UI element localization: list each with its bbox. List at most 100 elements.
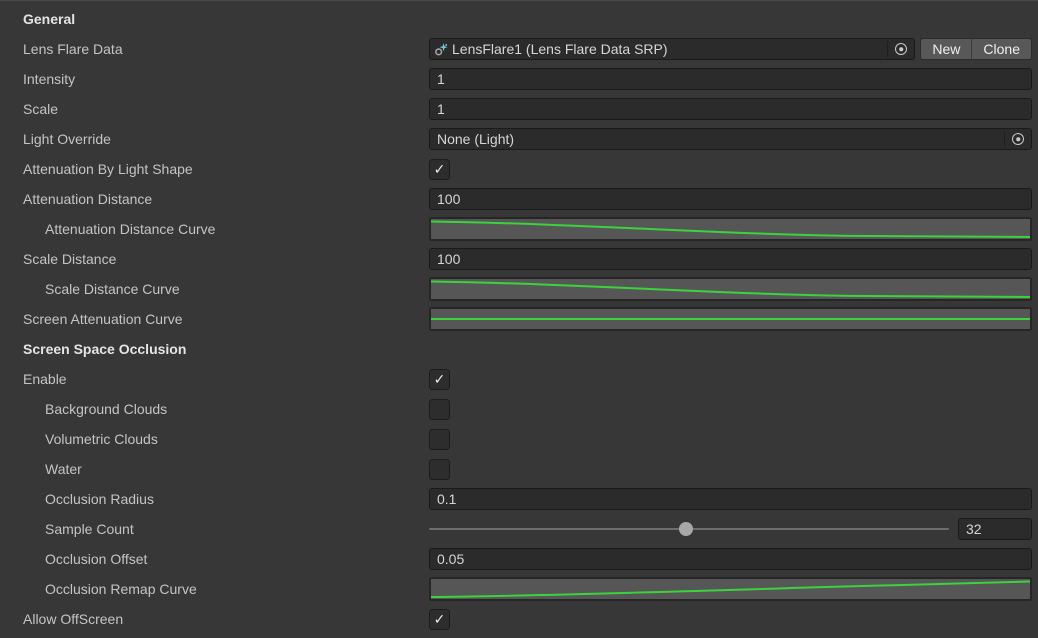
control-intensity: 1 bbox=[429, 64, 1032, 94]
control-enable: ✓ bbox=[429, 364, 1032, 394]
checkbox-background-clouds[interactable] bbox=[429, 399, 450, 420]
row-light-override: Light Override None (Light) bbox=[0, 124, 1038, 154]
control-attenuation-distance: 100 bbox=[429, 184, 1032, 214]
row-scale: Scale1 bbox=[0, 94, 1038, 124]
control-background-clouds bbox=[429, 394, 1032, 424]
curve-field-occlusion-remap-curve[interactable] bbox=[429, 577, 1032, 601]
control-sample-count: 32 bbox=[429, 514, 1032, 544]
control-light-override: None (Light) bbox=[429, 124, 1032, 154]
row-intensity: Intensity1 bbox=[0, 64, 1038, 94]
field-label-allow-offscreen: Allow OffScreen bbox=[0, 611, 429, 627]
field-label-intensity: Intensity bbox=[0, 71, 429, 87]
object-picker-icon bbox=[895, 43, 907, 55]
row-allow-offscreen: Allow OffScreen ✓ bbox=[0, 604, 1038, 634]
field-label-occlusion-offset: Occlusion Offset bbox=[0, 551, 429, 567]
field-label-attenuation-distance: Attenuation Distance bbox=[0, 191, 429, 207]
text-input-scale[interactable]: 1 bbox=[429, 98, 1032, 120]
object-picker-button-light-override[interactable] bbox=[1005, 129, 1031, 149]
section-header-general: General bbox=[0, 11, 429, 27]
object-field-light-override[interactable]: None (Light) bbox=[429, 128, 1032, 150]
row-occlusion-radius: Occlusion Radius0.1 bbox=[0, 484, 1038, 514]
control-scale-distance: 100 bbox=[429, 244, 1032, 274]
field-label-scale: Scale bbox=[0, 101, 429, 117]
slider-value-input-sample-count[interactable]: 32 bbox=[958, 518, 1032, 540]
text-input-occlusion-offset[interactable]: 0.05 bbox=[429, 548, 1032, 570]
row-attenuation-distance-curve: Attenuation Distance Curve bbox=[0, 214, 1038, 244]
text-input-scale-distance[interactable]: 100 bbox=[429, 248, 1032, 270]
text-input-occlusion-radius[interactable]: 0.1 bbox=[429, 488, 1032, 510]
row-general: General bbox=[0, 4, 1038, 34]
checkbox-enable[interactable]: ✓ bbox=[429, 369, 450, 390]
curve-preview-ease-down bbox=[431, 219, 1030, 239]
field-label-attenuation-by-light-shape: Attenuation By Light Shape bbox=[0, 161, 429, 177]
checkbox-attenuation-by-light-shape[interactable]: ✓ bbox=[429, 159, 450, 180]
field-label-light-override: Light Override bbox=[0, 131, 429, 147]
text-input-attenuation-distance[interactable]: 100 bbox=[429, 188, 1032, 210]
row-screen-space-occlusion: Screen Space Occlusion bbox=[0, 334, 1038, 364]
slider-sample-count[interactable] bbox=[429, 514, 949, 544]
field-label-background-clouds: Background Clouds bbox=[0, 401, 429, 417]
object-picker-icon bbox=[1012, 133, 1024, 145]
control-scale: 1 bbox=[429, 94, 1032, 124]
object-picker-button-lens-flare-data[interactable] bbox=[888, 39, 914, 59]
checkmark-icon: ✓ bbox=[434, 162, 446, 176]
control-volumetric-clouds bbox=[429, 424, 1032, 454]
checkbox-volumetric-clouds[interactable] bbox=[429, 429, 450, 450]
new-button[interactable]: New bbox=[920, 38, 971, 60]
field-label-volumetric-clouds: Volumetric Clouds bbox=[0, 431, 429, 447]
section-header-screen-space-occlusion: Screen Space Occlusion bbox=[0, 341, 429, 357]
control-scale-distance-curve bbox=[429, 274, 1032, 304]
curve-field-attenuation-distance-curve[interactable] bbox=[429, 217, 1032, 241]
row-sample-count: Sample Count 32 bbox=[0, 514, 1038, 544]
row-attenuation-by-light-shape: Attenuation By Light Shape ✓ bbox=[0, 154, 1038, 184]
object-field-value: None (Light) bbox=[437, 131, 1004, 147]
control-water bbox=[429, 454, 1032, 484]
slider-handle[interactable] bbox=[679, 522, 693, 536]
row-occlusion-offset: Occlusion Offset0.05 bbox=[0, 544, 1038, 574]
control-attenuation-distance-curve bbox=[429, 214, 1032, 244]
checkbox-water[interactable] bbox=[429, 459, 450, 480]
curve-preview-flat bbox=[431, 309, 1030, 329]
field-label-attenuation-distance-curve: Attenuation Distance Curve bbox=[0, 221, 429, 237]
clone-button[interactable]: Clone bbox=[971, 38, 1032, 60]
row-lens-flare-data: Lens Flare DataLensFlare1 (Lens Flare Da… bbox=[0, 34, 1038, 64]
field-label-sample-count: Sample Count bbox=[0, 521, 429, 537]
field-label-water: Water bbox=[0, 461, 429, 477]
checkbox-allow-offscreen[interactable]: ✓ bbox=[429, 609, 450, 630]
checkmark-icon: ✓ bbox=[434, 372, 446, 386]
row-screen-attenuation-curve: Screen Attenuation Curve bbox=[0, 304, 1038, 334]
control-screen-attenuation-curve bbox=[429, 304, 1032, 334]
field-label-scale-distance: Scale Distance bbox=[0, 251, 429, 267]
row-background-clouds: Background Clouds bbox=[0, 394, 1038, 424]
control-occlusion-remap-curve bbox=[429, 574, 1032, 604]
checkmark-icon: ✓ bbox=[434, 612, 446, 626]
control-attenuation-by-light-shape: ✓ bbox=[429, 154, 1032, 184]
row-scale-distance-curve: Scale Distance Curve bbox=[0, 274, 1038, 304]
object-buttons-lens-flare-data: NewClone bbox=[920, 38, 1032, 60]
field-label-enable: Enable bbox=[0, 371, 429, 387]
object-field-value: LensFlare1 (Lens Flare Data SRP) bbox=[452, 41, 887, 57]
curve-field-screen-attenuation-curve[interactable] bbox=[429, 307, 1032, 331]
asset-icon-wrap bbox=[434, 42, 449, 57]
field-label-scale-distance-curve: Scale Distance Curve bbox=[0, 281, 429, 297]
row-occlusion-remap-curve: Occlusion Remap Curve bbox=[0, 574, 1038, 604]
field-label-occlusion-remap-curve: Occlusion Remap Curve bbox=[0, 581, 429, 597]
control-allow-offscreen: ✓ bbox=[429, 604, 1032, 634]
control-lens-flare-data: LensFlare1 (Lens Flare Data SRP) NewClone bbox=[429, 34, 1032, 64]
field-label-screen-attenuation-curve: Screen Attenuation Curve bbox=[0, 311, 429, 327]
curve-preview-ease-down bbox=[431, 279, 1030, 299]
field-label-occlusion-radius: Occlusion Radius bbox=[0, 491, 429, 507]
inspector-panel: General Lens Flare DataLensFlare1 (Lens F… bbox=[0, 0, 1038, 638]
row-enable: Enable ✓ bbox=[0, 364, 1038, 394]
row-volumetric-clouds: Volumetric Clouds bbox=[0, 424, 1038, 454]
lens-flare-asset-icon bbox=[434, 42, 449, 57]
control-occlusion-radius: 0.1 bbox=[429, 484, 1032, 514]
row-water: Water bbox=[0, 454, 1038, 484]
curve-field-scale-distance-curve[interactable] bbox=[429, 277, 1032, 301]
row-scale-distance: Scale Distance100 bbox=[0, 244, 1038, 274]
text-input-intensity[interactable]: 1 bbox=[429, 68, 1032, 90]
row-attenuation-distance: Attenuation Distance100 bbox=[0, 184, 1038, 214]
curve-preview-ease-up bbox=[431, 579, 1030, 599]
object-field-lens-flare-data[interactable]: LensFlare1 (Lens Flare Data SRP) bbox=[429, 38, 915, 60]
control-occlusion-offset: 0.05 bbox=[429, 544, 1032, 574]
